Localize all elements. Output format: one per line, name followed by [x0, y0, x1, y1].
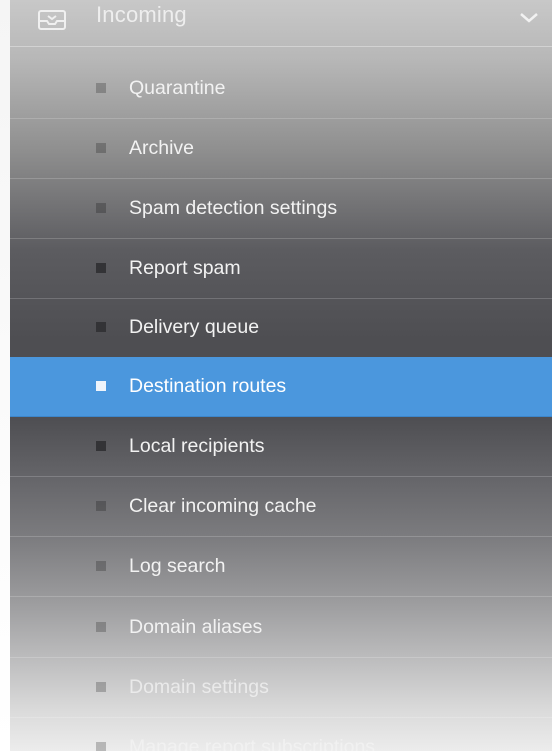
menu-item-domain-settings[interactable]: Domain settings	[10, 658, 552, 718]
menu-item-label: Log search	[129, 555, 226, 577]
bullet-icon	[96, 263, 106, 273]
bullet-icon	[96, 561, 106, 571]
menu-item-destination-routes[interactable]: Destination routes	[10, 357, 552, 417]
inbox-icon	[38, 8, 66, 32]
menu-item-label: Spam detection settings	[129, 197, 338, 219]
bullet-icon	[96, 441, 106, 451]
bullet-icon	[96, 83, 106, 93]
menu-item-spam-detection-settings[interactable]: Spam detection settings	[10, 179, 552, 239]
menu-item-archive[interactable]: Archive	[10, 119, 552, 179]
menu-item-label: Quarantine	[129, 77, 226, 99]
menu-item-quarantine[interactable]: Quarantine	[10, 59, 552, 119]
menu-item-label: Archive	[129, 137, 195, 159]
bullet-icon	[96, 322, 106, 332]
menu-item-label: Domain settings	[129, 676, 269, 698]
bullet-icon	[96, 381, 106, 391]
incoming-section-header[interactable]: Incoming	[10, 0, 552, 47]
menu-item-label: Destination routes	[129, 375, 287, 397]
section-title: Incoming	[96, 2, 187, 27]
menu-item-log-search[interactable]: Log search	[10, 537, 552, 597]
page-edge	[0, 0, 10, 751]
menu-item-clear-incoming-cache[interactable]: Clear incoming cache	[10, 477, 552, 537]
menu-item-local-recipients[interactable]: Local recipients	[10, 417, 552, 477]
chevron-down-icon[interactable]	[518, 6, 540, 28]
menu-item-label: Domain aliases	[129, 616, 263, 638]
bullet-icon	[96, 143, 106, 153]
bullet-icon	[96, 742, 106, 751]
menu-item-label: Delivery queue	[129, 316, 260, 338]
sidebar-menu: Incoming Quarantine Archive Spam detecti…	[10, 0, 552, 751]
bullet-icon	[96, 501, 106, 511]
bullet-icon	[96, 682, 106, 692]
menu-item-report-spam[interactable]: Report spam	[10, 239, 552, 299]
menu-item-label: Report spam	[129, 257, 241, 279]
menu-item-label: Clear incoming cache	[129, 495, 317, 517]
bullet-icon	[96, 203, 106, 213]
menu-item-manage-report-subscriptions[interactable]: Manage report subscriptions	[10, 718, 552, 751]
menu-item-label: Manage report subscriptions	[129, 736, 376, 751]
menu-item-label: Local recipients	[129, 435, 265, 457]
menu-item-domain-aliases[interactable]: Domain aliases	[10, 598, 552, 658]
menu-item-delivery-queue[interactable]: Delivery queue	[10, 298, 552, 358]
bullet-icon	[96, 622, 106, 632]
